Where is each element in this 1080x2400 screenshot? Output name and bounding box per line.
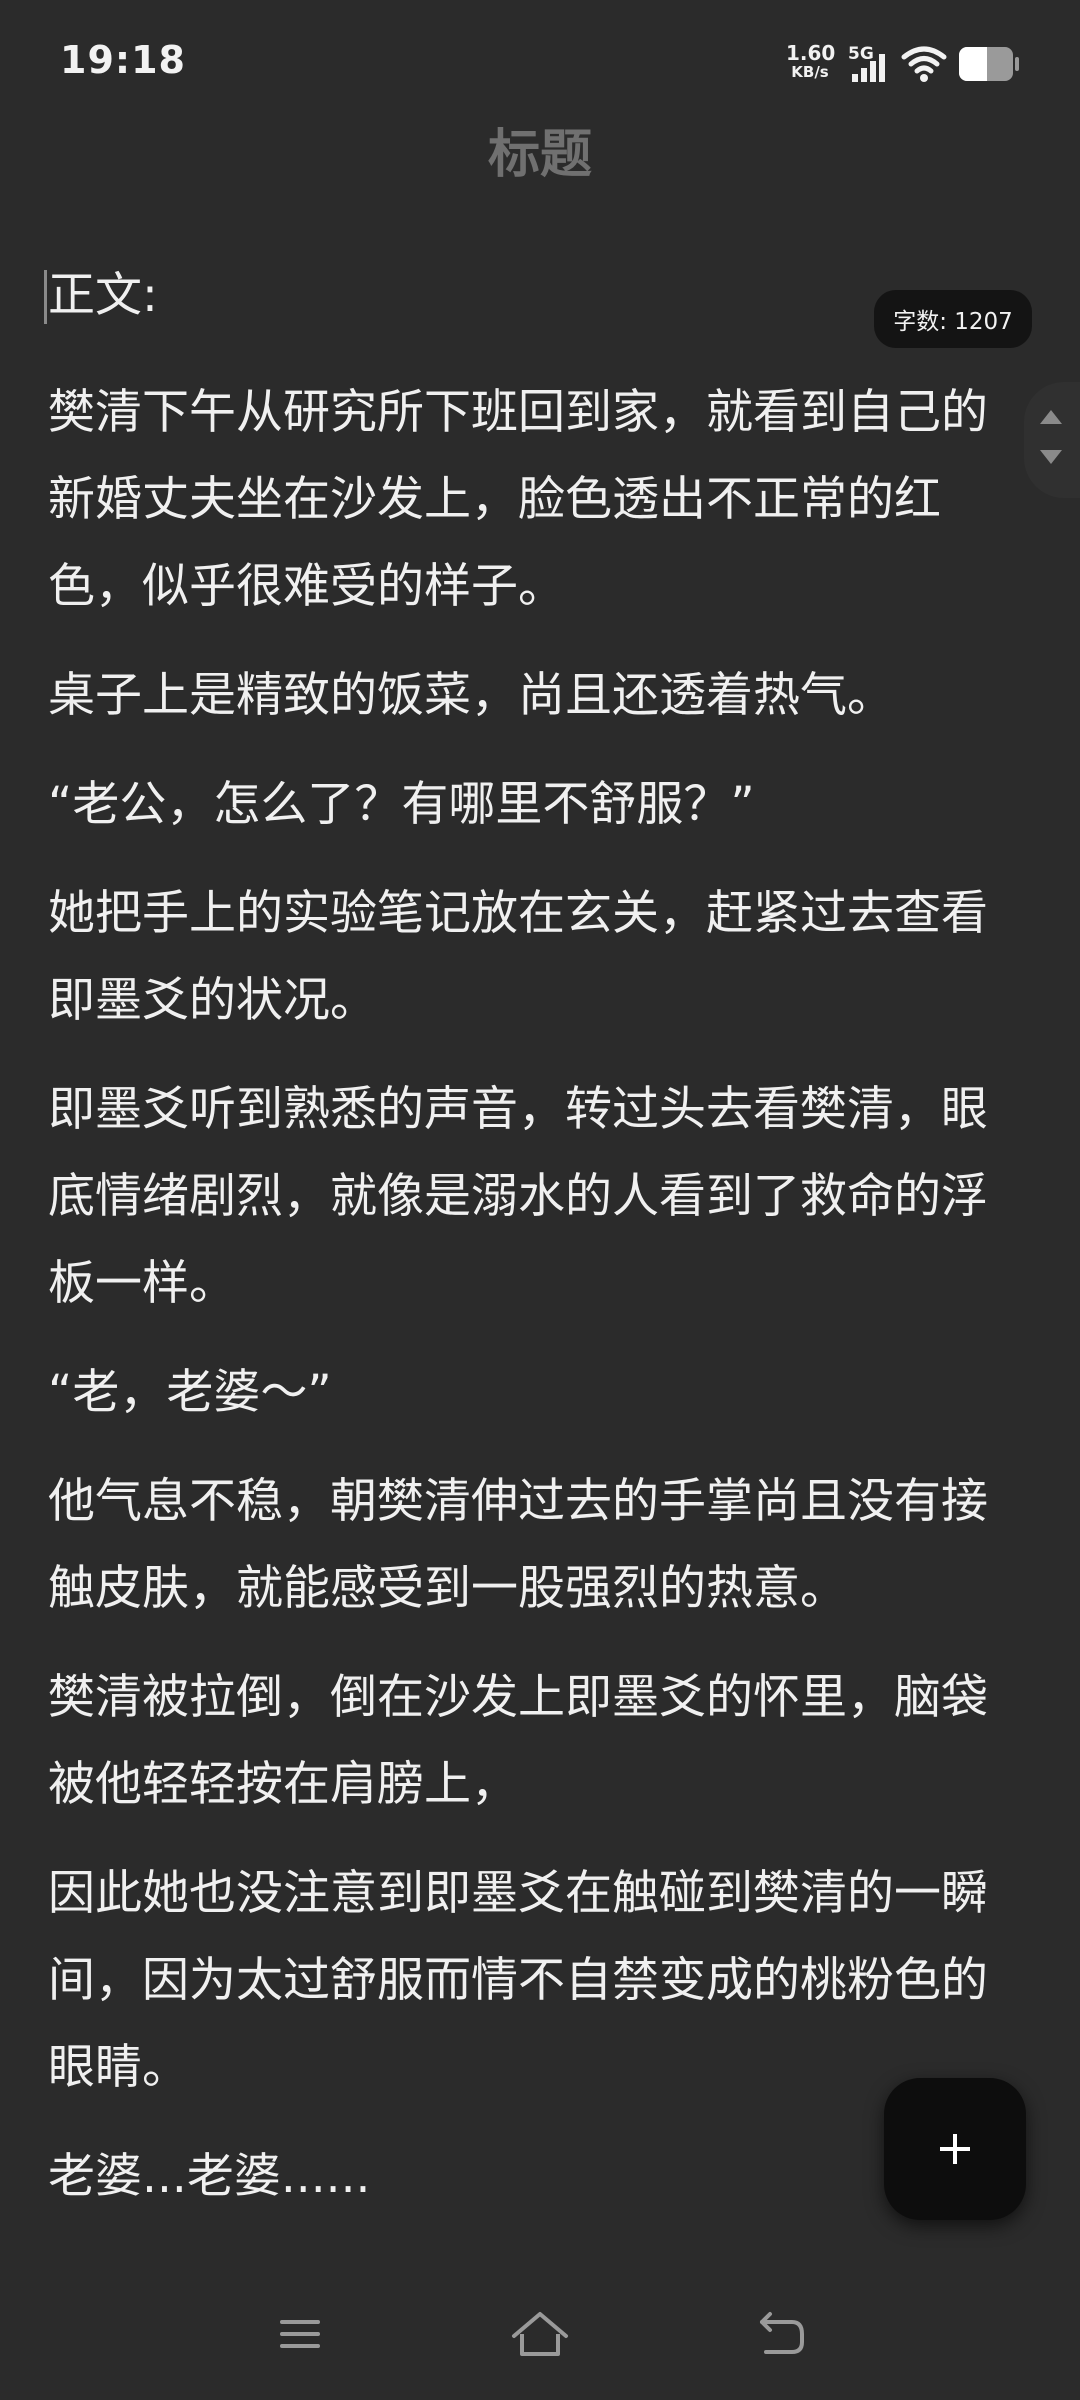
section-label-text: 正文: — [48, 268, 158, 323]
navigation-bar — [0, 2286, 1080, 2400]
paragraph: 樊清下午从研究所下班回到家，就看到自己的新婚丈夫坐在沙发上，脸色透出不正常的红色… — [48, 385, 988, 614]
paragraph: “老公，怎么了？有哪里不舒服？” — [48, 777, 755, 832]
section-label: 正文: — [44, 252, 1028, 339]
scroll-handle[interactable] — [1024, 382, 1080, 498]
back-icon[interactable] — [740, 2302, 820, 2366]
text-cursor — [44, 270, 47, 324]
paragraph: “老，老婆～” — [48, 1365, 332, 1420]
editor-body[interactable]: 正文: 樊清下午从研究所下班回到家，就看到自己的新婚丈夫坐在沙发上，脸色透出不正… — [44, 252, 1028, 2242]
paragraph: 即墨爻听到熟悉的声音，转过头去看樊清，眼底情绪剧烈，就像是溺水的人看到了救命的浮… — [48, 1082, 988, 1311]
network-speed: 1.60 KB/s — [786, 41, 836, 82]
battery-icon — [959, 47, 1019, 81]
screen: 19:18 1.60 KB/s 5G 标题 字数: 1207 正文: 樊清下午从… — [0, 0, 1080, 2400]
paragraph: 桌子上是精致的饭菜，尚且还透着热气。 — [48, 668, 894, 723]
wifi-icon — [901, 46, 947, 82]
paragraph: 老婆...老婆...... — [48, 2149, 371, 2204]
status-bar: 19:18 1.60 KB/s 5G — [0, 0, 1080, 120]
home-icon[interactable] — [500, 2302, 580, 2366]
network-speed-unit: KB/s — [791, 63, 829, 81]
paragraph: 樊清被拉倒，倒在沙发上即墨爻的怀里，脑袋被他轻轻按在肩膀上， — [48, 1670, 988, 1812]
scroll-up-icon[interactable] — [1040, 410, 1062, 424]
paragraph: 他气息不稳，朝樊清伸过去的手掌尚且没有接触皮肤，就能感受到一股强烈的热意。 — [48, 1474, 988, 1616]
paragraph: 因此她也没注意到即墨爻在触碰到樊清的一瞬间，因为太过舒服而情不自禁变成的桃粉色的… — [48, 1866, 988, 2095]
signal-bars-icon — [852, 54, 885, 82]
document-title[interactable]: 标题 — [0, 112, 1080, 187]
network-speed-value: 1.60 — [786, 41, 836, 65]
menu-icon[interactable] — [260, 2302, 340, 2366]
scroll-down-icon[interactable] — [1040, 450, 1062, 464]
add-button[interactable] — [884, 2078, 1026, 2220]
paragraph: 她把手上的实验笔记放在玄关，赶紧过去查看即墨爻的状况。 — [48, 886, 988, 1028]
status-time: 19:18 — [60, 38, 186, 82]
